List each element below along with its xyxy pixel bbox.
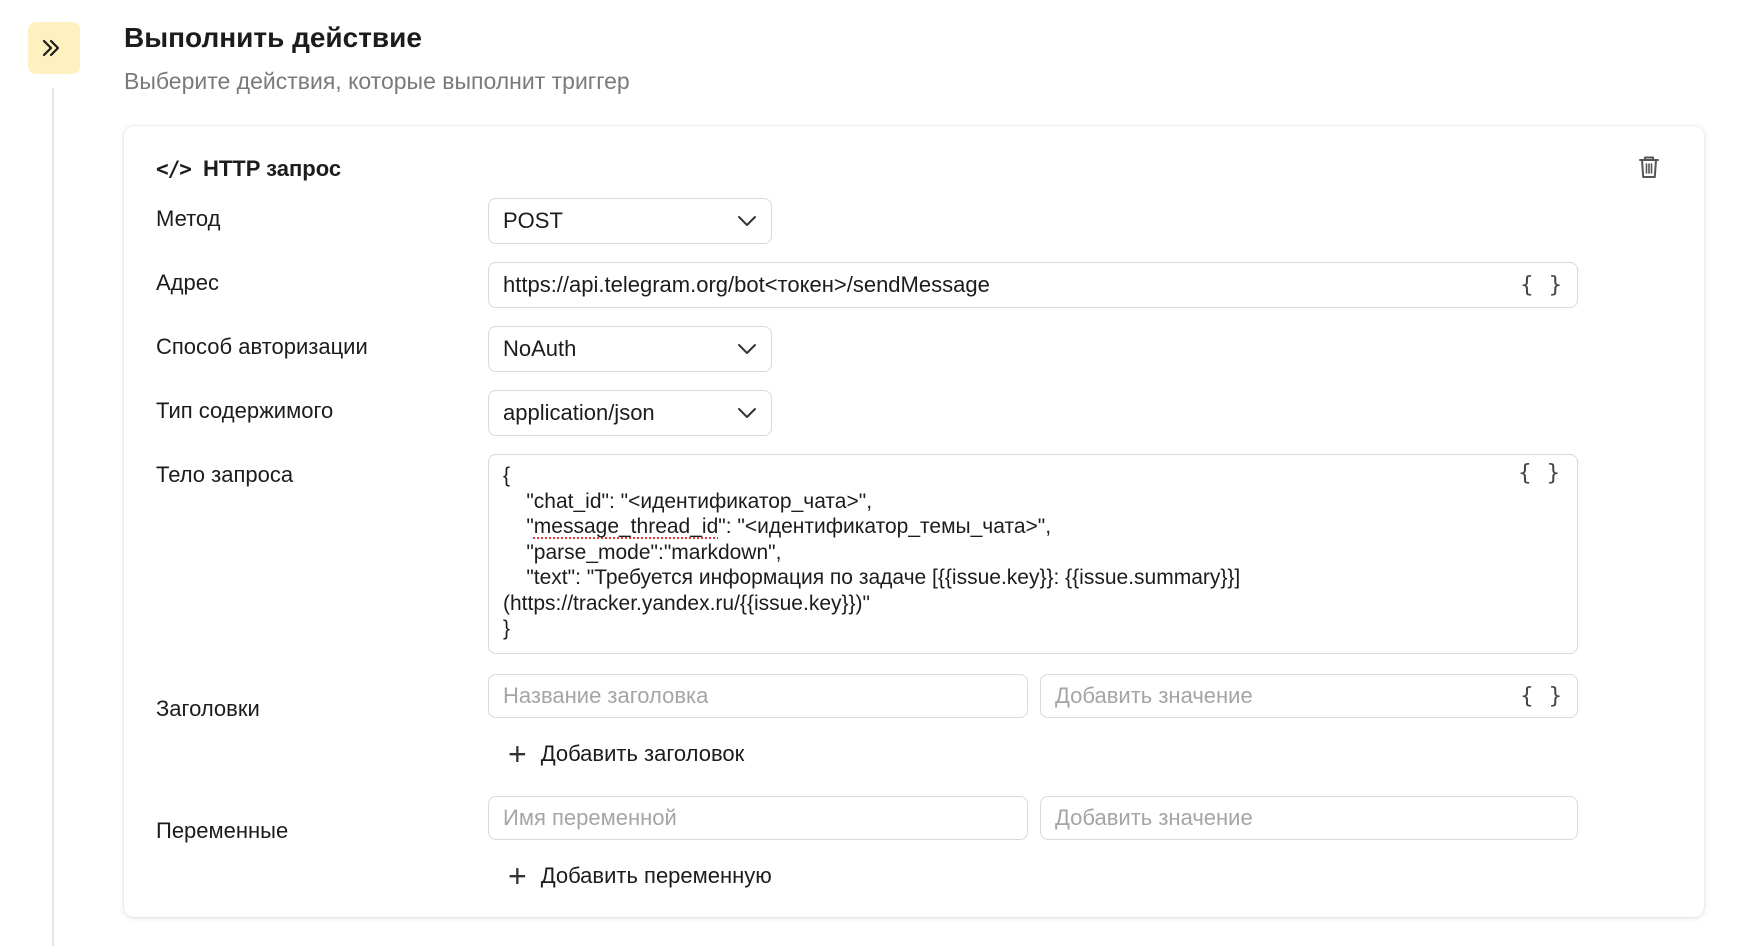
double-chevron-right-icon	[28, 22, 80, 74]
chevron-down-icon	[738, 216, 756, 226]
method-value: POST	[503, 208, 563, 233]
variables-braces-icon[interactable]: { }	[1520, 273, 1563, 298]
spellcheck-word: message_thread_id	[533, 515, 719, 538]
plus-icon: +	[508, 736, 527, 772]
variable-name-input[interactable]: Имя переменной	[488, 796, 1028, 840]
header-name-placeholder: Название заголовка	[503, 683, 709, 708]
auth-select[interactable]: NoAuth	[488, 326, 772, 372]
body-textarea[interactable]: { "chat_id": "<идентификатор_чата>", "me…	[488, 454, 1578, 654]
http-request-card: </> HTTP запрос Метод POST Адрес https:/…	[124, 126, 1704, 917]
header-value-input[interactable]: Добавить значение { }	[1040, 674, 1578, 718]
body-line: "text": "Требуется информация по задаче …	[503, 566, 1241, 589]
add-variable-label: Добавить переменную	[540, 863, 772, 888]
headers-label: Заголовки	[156, 696, 260, 721]
variables-label: Переменные	[156, 818, 289, 843]
header-value-placeholder: Добавить значение	[1055, 683, 1253, 708]
body-line: {	[503, 464, 511, 487]
header-name-input[interactable]: Название заголовка	[488, 674, 1028, 718]
variable-value-placeholder: Добавить значение	[1055, 805, 1253, 830]
add-header-button[interactable]: + Добавить заголовок	[508, 738, 744, 770]
variables-braces-icon[interactable]: { }	[1520, 684, 1563, 709]
content-type-select[interactable]: application/json	[488, 390, 772, 436]
card-header: </> HTTP запрос	[156, 156, 341, 182]
add-header-label: Добавить заголовок	[540, 741, 745, 766]
code-icon: </>	[156, 157, 192, 181]
chevron-down-icon	[738, 408, 756, 418]
address-label: Адрес	[156, 270, 219, 295]
method-select[interactable]: POST	[488, 198, 772, 244]
auth-label: Способ авторизации	[156, 334, 368, 359]
method-label: Метод	[156, 206, 221, 231]
plus-icon: +	[508, 858, 527, 894]
body-line: "parse_mode":"markdown",	[503, 540, 782, 564]
chevron-down-icon	[738, 344, 756, 354]
content-type-label: Тип содержимого	[156, 398, 334, 423]
body-line: }	[503, 617, 511, 640]
body-line: "chat_id": "<идентификатор_чата>",	[503, 489, 873, 513]
variables-braces-icon[interactable]: { }	[1518, 461, 1561, 487]
page-title: Выполнить действие	[124, 22, 422, 53]
add-variable-button[interactable]: + Добавить переменную	[508, 860, 772, 892]
variable-name-placeholder: Имя переменной	[503, 805, 677, 830]
timeline-line	[52, 88, 54, 946]
page-subtitle: Выберите действия, которые выполнит триг…	[124, 68, 630, 94]
variable-value-input[interactable]: Добавить значение	[1040, 796, 1578, 840]
body-label: Тело запроса	[156, 462, 294, 487]
body-line: (https://tracker.yandex.ru/{{issue.key}}…	[503, 591, 870, 615]
card-title: HTTP запрос	[202, 156, 342, 181]
address-value: https://api.telegram.org/bot<токен>/send…	[503, 272, 990, 297]
address-input[interactable]: https://api.telegram.org/bot<токен>/send…	[488, 262, 1578, 308]
content-type-value: application/json	[503, 400, 655, 425]
body-line: "message_thread_id": "<идентификатор_тем…	[503, 515, 1052, 538]
trash-icon[interactable]	[1634, 152, 1664, 182]
auth-value: NoAuth	[503, 336, 577, 361]
